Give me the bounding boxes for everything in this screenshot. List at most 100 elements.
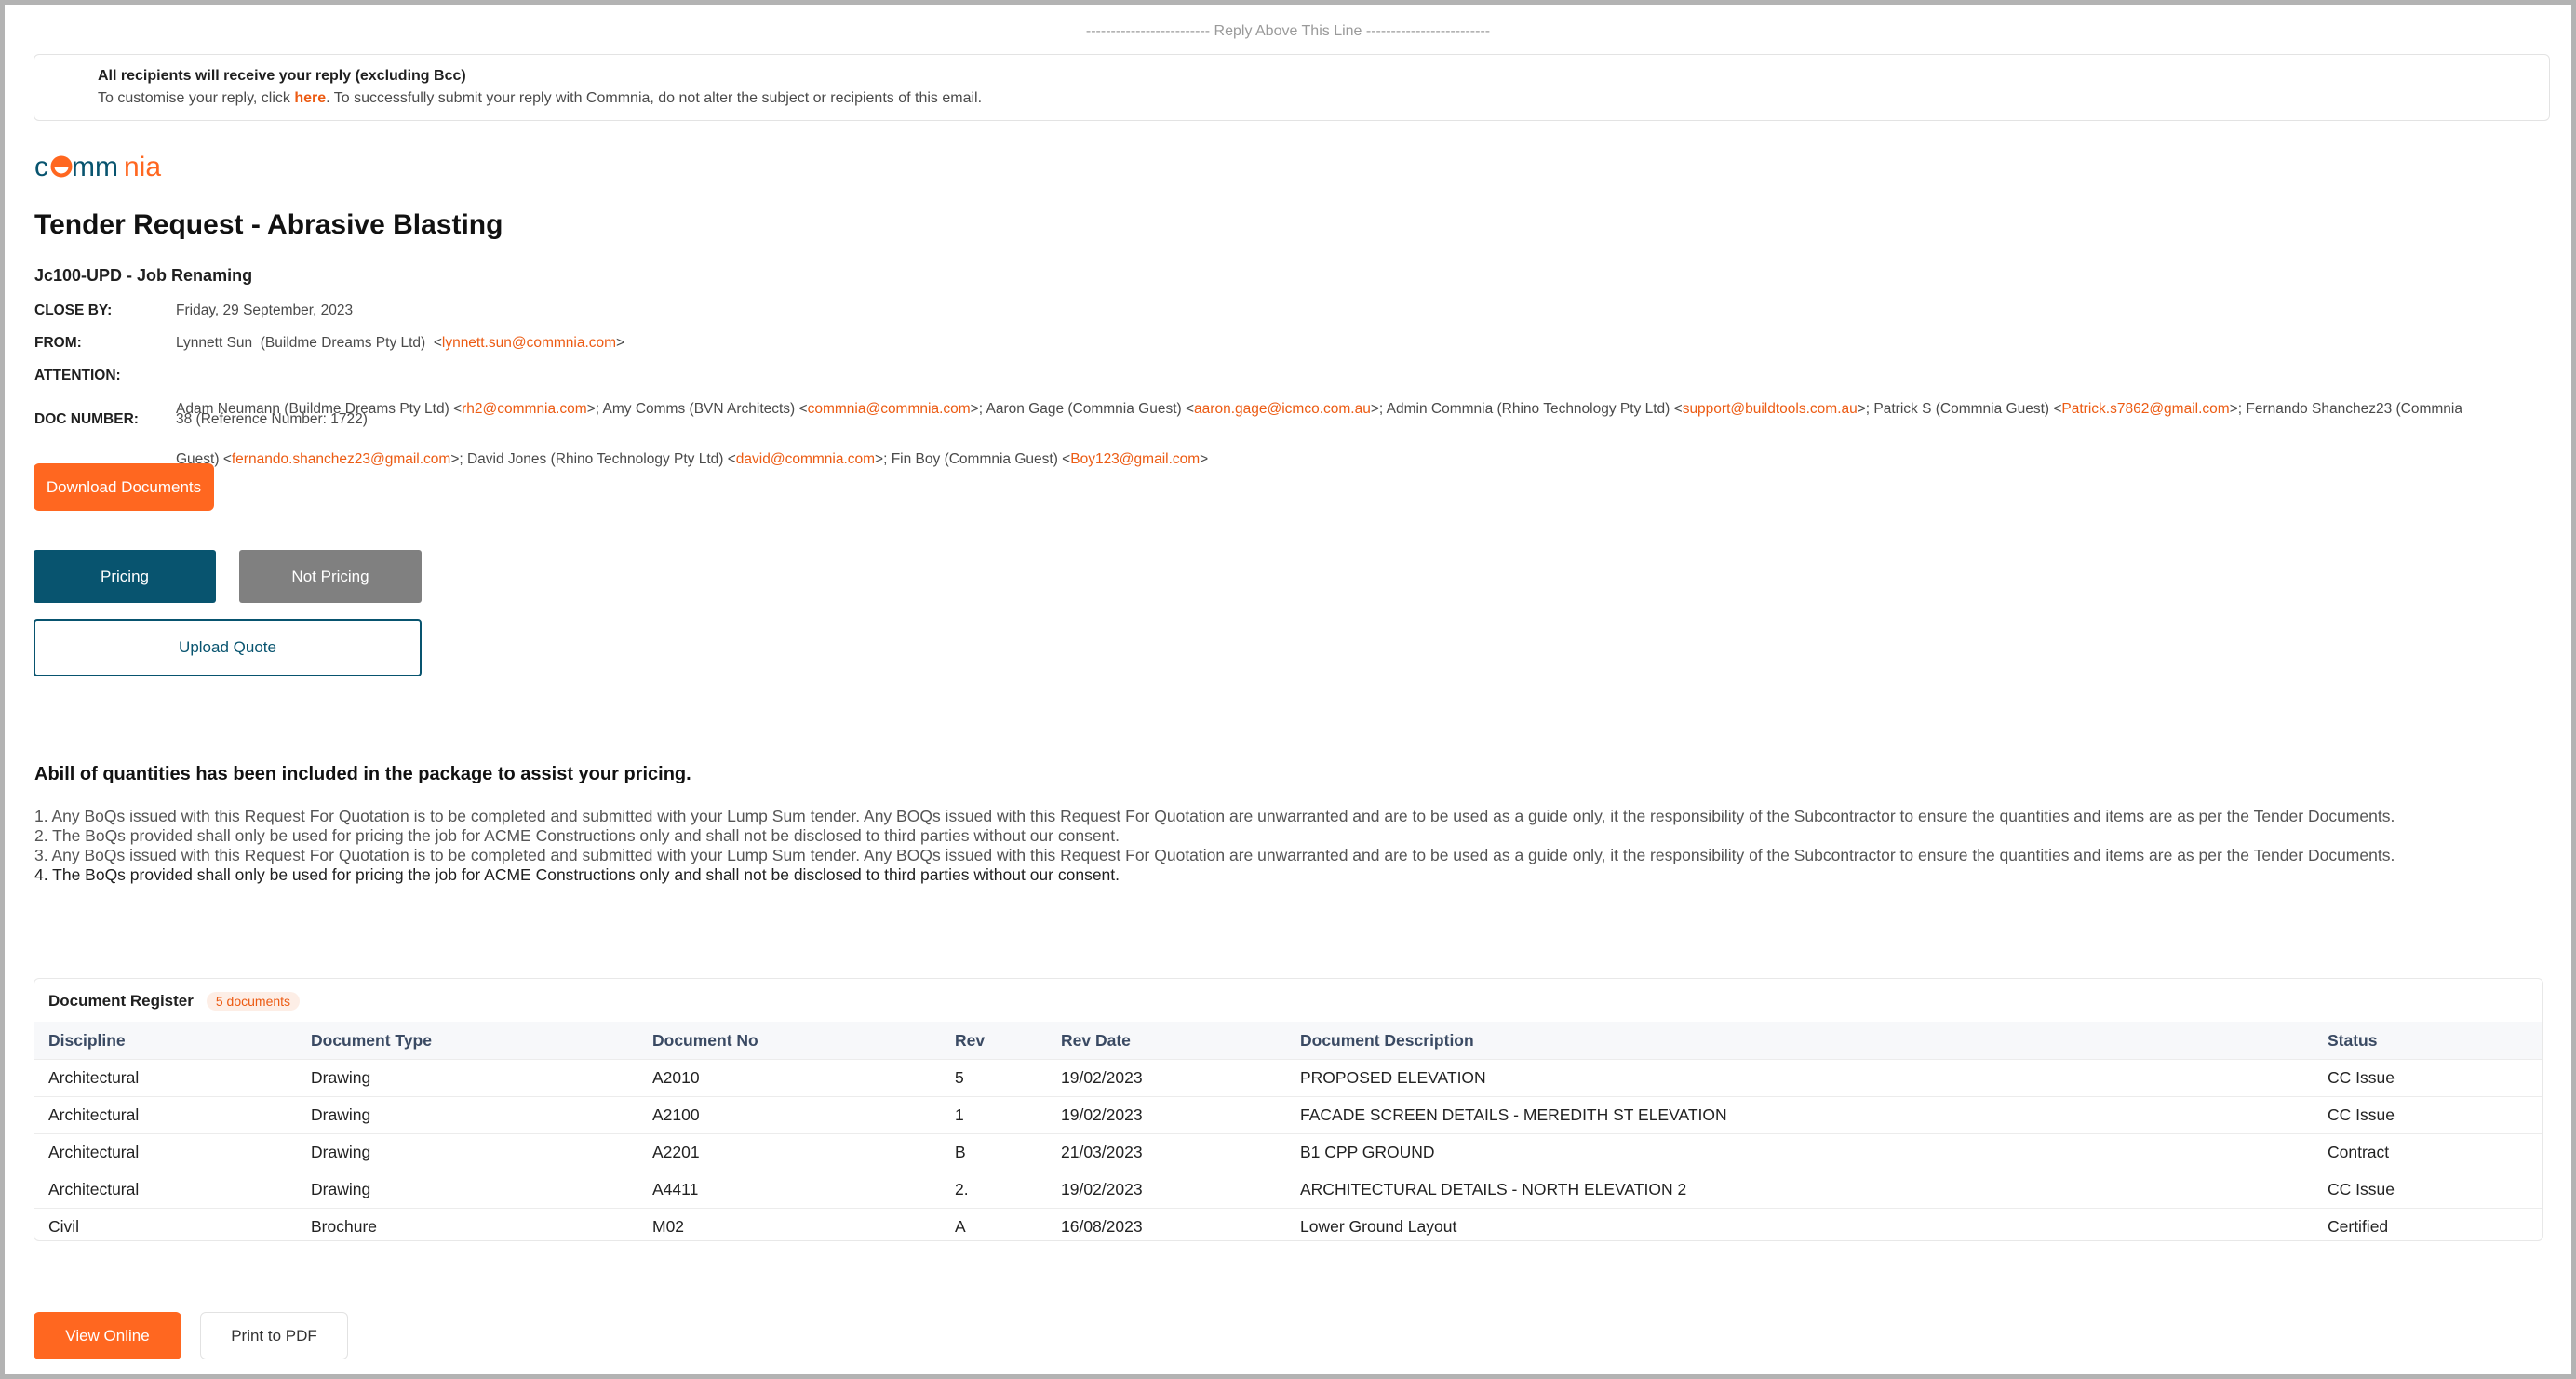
table-cell: A: [955, 1217, 966, 1236]
reply-notice-text-after: . To successfully submit your reply with…: [326, 90, 983, 106]
column-header[interactable]: Discipline: [34, 1022, 297, 1060]
list-item: 2. The BoQs provided shall only be used …: [34, 826, 1120, 845]
list-item: 4. The BoQs provided shall only be used …: [34, 865, 1120, 884]
reply-notice-text: To customise your reply, click here. To …: [98, 90, 982, 107]
doc-number-label: DOC NUMBER:: [34, 411, 139, 427]
table-row[interactable]: Architectural Drawing A2010 5 19/02/2023…: [34, 1059, 2542, 1097]
document-register-header: Document Register 5 documents: [48, 992, 301, 1011]
boq-list: 1. Any BoQs issued with this Request For…: [34, 807, 2395, 885]
svg-text:c: c: [34, 152, 48, 182]
close-by-value: Friday, 29 September, 2023: [176, 302, 354, 318]
document-register-table: Discipline Document Type Document No Rev…: [34, 1022, 2542, 1241]
table-cell: CC Issue: [2314, 1059, 2542, 1097]
attention-email-link[interactable]: commnia@commnia.com: [808, 401, 971, 417]
column-header[interactable]: Rev: [941, 1022, 1047, 1060]
table-cell: M02: [652, 1217, 685, 1236]
boq-heading: Abill of quantities has been included in…: [34, 764, 691, 784]
table-row[interactable]: Architectural Drawing A4411 2. 19/02/202…: [34, 1171, 2542, 1209]
table-cell: 1: [941, 1096, 1047, 1134]
table-cell: Drawing: [297, 1133, 638, 1171]
column-header[interactable]: Rev Date: [1047, 1022, 1286, 1060]
table-cell: CC Issue: [2314, 1171, 2542, 1209]
table-cell: 19/02/2023: [1047, 1171, 1286, 1209]
table-header-row: Discipline Document Type Document No Rev…: [34, 1022, 2542, 1060]
attention-email-link[interactable]: support@buildtools.com.au: [1683, 401, 1858, 417]
table-cell: ARCHITECTURAL DETAILS - NORTH ELEVATION …: [1286, 1171, 2314, 1209]
doc-number-value: 38 (Reference Number: 1722): [176, 411, 368, 427]
table-row[interactable]: Civil Brochure M02 A 16/08/2023 Lower Gr…: [34, 1209, 2542, 1241]
attention-email-link[interactable]: rh2@commnia.com: [462, 401, 587, 417]
attention-name: >: [1200, 451, 1209, 467]
pricing-button[interactable]: Pricing: [34, 550, 216, 603]
column-header[interactable]: Document Type: [297, 1022, 638, 1060]
table-cell: B1 CPP GROUND: [1286, 1133, 2314, 1171]
attention-name: >; David Jones (Rhino Technology Pty Ltd…: [450, 451, 736, 467]
from-label: FROM:: [34, 335, 82, 351]
table-cell: 5: [941, 1059, 1047, 1097]
svg-text:nia: nia: [124, 152, 161, 182]
table-cell: Certified: [2328, 1217, 2389, 1236]
attention-line-1: Adam Neumann (Buildme Dreams Pty Ltd) <r…: [176, 401, 2462, 418]
not-pricing-button[interactable]: Not Pricing: [239, 550, 422, 603]
attention-line-2: Guest) <fernando.shanchez23@gmail.com>; …: [176, 451, 2462, 468]
table-cell: FACADE SCREEN DETAILS - MEREDITH ST ELEV…: [1286, 1096, 2314, 1134]
attention-email-link[interactable]: Patrick.s7862@gmail.com: [2061, 401, 2229, 417]
view-online-button[interactable]: View Online: [34, 1312, 181, 1359]
customise-reply-link[interactable]: here: [294, 90, 326, 106]
from-name: Lynnett Sun (Buildme Dreams Pty Ltd) <: [176, 335, 442, 351]
commnia-logo-icon: c mm nia: [34, 152, 161, 182]
attention-name: >; Admin Commnia (Rhino Technology Pty L…: [1370, 401, 1683, 417]
reply-above-line: ------------------------- Reply Above Th…: [1085, 23, 1491, 39]
reply-notice: All recipients will receive your reply (…: [34, 54, 2550, 121]
table-cell: B: [941, 1133, 1047, 1171]
attention-email-link[interactable]: fernando.shanchez23@gmail.com: [232, 451, 450, 467]
list-item: 3. Any BoQs issued with this Request For…: [34, 846, 2395, 864]
attention-email-link[interactable]: Boy123@gmail.com: [1070, 451, 1200, 467]
reply-notice-text-before: To customise your reply, click: [98, 90, 295, 106]
table-cell: 19/02/2023: [1047, 1096, 1286, 1134]
upload-quote-button[interactable]: Upload Quote: [34, 619, 422, 676]
download-documents-button[interactable]: Download Documents: [34, 463, 214, 511]
table-cell: A2010: [638, 1059, 941, 1097]
table-cell: Contract: [2314, 1133, 2542, 1171]
table-cell: Architectural: [34, 1059, 297, 1097]
job-name: Jc100-UPD - Job Renaming: [34, 266, 253, 285]
attention-name: >; Fin Boy (Commnia Guest) <: [875, 451, 1071, 467]
table-row[interactable]: Architectural Drawing A2100 1 19/02/2023…: [34, 1096, 2542, 1134]
table-cell: 16/08/2023: [1061, 1217, 1143, 1236]
table-cell: A2100: [638, 1096, 941, 1134]
column-header[interactable]: Document No: [638, 1022, 941, 1060]
table-row[interactable]: Architectural Drawing A2201 B 21/03/2023…: [34, 1133, 2542, 1171]
table-cell: 21/03/2023: [1047, 1133, 1286, 1171]
table-cell: Architectural: [34, 1171, 297, 1209]
attention-name: >; Aaron Gage (Commnia Guest) <: [970, 401, 1195, 417]
close-by-label: CLOSE BY:: [34, 302, 113, 318]
attention-value: Adam Neumann (Buildme Dreams Pty Ltd) <r…: [176, 368, 2462, 502]
column-header[interactable]: Document Description: [1286, 1022, 2314, 1060]
table-cell: PROPOSED ELEVATION: [1286, 1059, 2314, 1097]
document-count-badge: 5 documents: [206, 992, 301, 1011]
column-header[interactable]: Status: [2314, 1022, 2542, 1060]
table-cell: Architectural: [34, 1096, 297, 1134]
print-to-pdf-button[interactable]: Print to PDF: [200, 1312, 348, 1359]
attention-email-link[interactable]: david@commnia.com: [736, 451, 875, 467]
from-email-link[interactable]: lynnett.sun@commnia.com: [442, 335, 616, 351]
table-cell: Brochure: [311, 1217, 378, 1236]
table-cell: A4411: [638, 1171, 941, 1209]
table-cell: Architectural: [34, 1133, 297, 1171]
from-value: Lynnett Sun (Buildme Dreams Pty Ltd) <ly…: [176, 335, 625, 351]
reply-notice-title: All recipients will receive your reply (…: [98, 68, 466, 84]
list-item: 1. Any BoQs issued with this Request For…: [34, 807, 2395, 825]
attention-name: >; Patrick S (Commnia Guest) <: [1857, 401, 2062, 417]
attention-label: ATTENTION:: [34, 368, 121, 383]
attention-name: >; Fernando Shanchez23 (Commnia: [2229, 401, 2462, 417]
table-cell: A2201: [638, 1133, 941, 1171]
page-title: Tender Request - Abrasive Blasting: [34, 209, 503, 240]
attention-email-link[interactable]: aaron.gage@icmco.com.au: [1194, 401, 1371, 417]
attention-name: >; Amy Comms (BVN Architects) <: [586, 401, 808, 417]
svg-text:mm: mm: [72, 152, 118, 182]
document-register: Document Register 5 documents Discipline…: [34, 978, 2543, 1241]
table-cell: Drawing: [297, 1096, 638, 1134]
table-cell: Drawing: [297, 1059, 638, 1097]
document-register-title: Document Register: [48, 992, 194, 1010]
